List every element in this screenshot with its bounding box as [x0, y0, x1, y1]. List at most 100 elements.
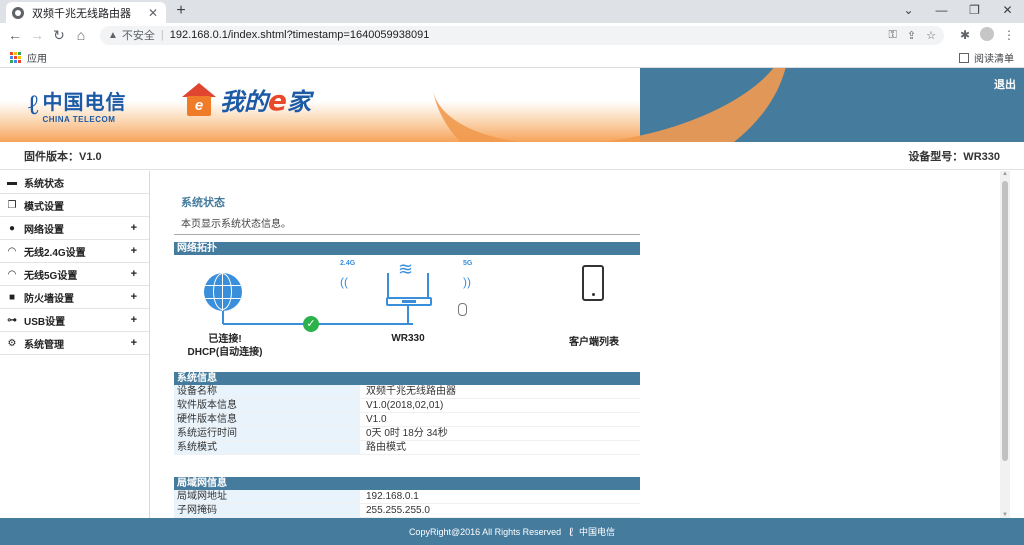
my-ehome-logo: e 我的e家: [182, 82, 311, 117]
house-icon: e: [182, 82, 216, 117]
sidebar-item-wireless-24g[interactable]: ◠ 无线2.4G设置 +: [0, 240, 149, 263]
sidebar-item-label: 无线5G设置: [24, 270, 78, 282]
sidebar-item-system-status[interactable]: ▬ 系统状态: [0, 171, 149, 194]
router-admin-page: ℓ 中国电信 CHINA TELECOM e 我的e家 退出 固件版本：V1.0…: [0, 68, 1024, 545]
share-icon[interactable]: ⇪: [907, 29, 916, 42]
table-row: 系统运行时间 0天 0时 18分 34秒: [174, 427, 640, 441]
sidebar-item-usb[interactable]: ⊶ USB设置 +: [0, 309, 149, 332]
signal-24g-icon: ((: [340, 275, 348, 289]
browser-toolbar: ← → ↻ ⌂ ▲ 不安全 | 192.168.0.1/index.shtml?…: [0, 23, 1024, 47]
key-icon[interactable]: ⚿: [889, 29, 897, 42]
gear-icon: ⚙: [7, 337, 17, 349]
apps-grid-icon[interactable]: [10, 51, 21, 63]
url-text[interactable]: 192.168.0.1/index.shtml?timestamp=164005…: [170, 29, 879, 41]
reading-list-label: 阅读清单: [974, 54, 1014, 65]
page-description: 本页显示系统状态信息。: [181, 219, 291, 230]
mouse-icon: [458, 303, 467, 316]
reading-list-button[interactable]: 阅读清单: [959, 50, 1014, 65]
favicon-icon: [12, 6, 24, 19]
lan-info-header: 局域网信息: [174, 477, 640, 490]
telecom-mark-icon: ℓ: [569, 524, 574, 539]
expand-icon[interactable]: +: [131, 245, 137, 257]
table-row: 局域网地址 192.168.0.1: [174, 490, 640, 504]
security-label[interactable]: 不安全: [122, 27, 155, 43]
browser-tab-strip: 双频千兆无线路由器 ✕ + ⌄ — ❐ ✕: [0, 0, 1024, 23]
wifi-icon: ◠: [8, 245, 16, 257]
firmware-version: 固件版本：V1.0: [24, 150, 102, 163]
header-banner: ℓ 中国电信 CHINA TELECOM e 我的e家 退出: [0, 68, 1024, 142]
profile-avatar[interactable]: [976, 26, 998, 44]
menu-icon[interactable]: ⋮: [998, 28, 1020, 42]
warning-icon[interactable]: ▲: [108, 30, 118, 41]
content-scrollbar[interactable]: ▲ ▼: [1000, 171, 1010, 518]
back-button[interactable]: ←: [4, 27, 26, 43]
restore-button[interactable]: ❐: [958, 0, 991, 23]
apps-bookmark[interactable]: 应用: [27, 50, 47, 65]
expand-icon[interactable]: +: [131, 268, 137, 280]
new-tab-button[interactable]: +: [172, 2, 190, 20]
bookmark-star-icon[interactable]: ☆: [926, 29, 936, 42]
bookmarks-bar: 应用 阅读清单: [0, 47, 1024, 68]
table-row: 系统模式 路由模式: [174, 441, 640, 455]
window-icon: ❐: [7, 199, 17, 211]
copyright-text: CopyRight@2016 All Rights Reserved: [408, 526, 562, 537]
client-device-icon[interactable]: [582, 265, 604, 301]
table-row: 软件版本信息 V1.0(2018,02,01): [174, 399, 640, 413]
system-info-header: 系统信息: [174, 372, 640, 385]
internet-globe-icon: [204, 273, 242, 311]
close-window-button[interactable]: ✕: [991, 0, 1024, 23]
lan-info-table: 局域网地址 192.168.0.1 子网掩码 255.255.255.0: [174, 490, 640, 518]
sidebar-item-firewall[interactable]: ■ 防火墙设置 +: [0, 286, 149, 309]
tab-title: 双频千兆无线路由器: [32, 7, 131, 20]
expand-icon[interactable]: +: [131, 291, 137, 303]
close-tab-icon[interactable]: ✕: [146, 6, 160, 20]
footer: CopyRight@2016 All Rights Reserved ℓ 中国电…: [0, 518, 1024, 545]
sidebar-item-mode-settings[interactable]: ❐ 模式设置: [0, 194, 149, 217]
reading-list-icon: [959, 52, 969, 63]
forward-button[interactable]: →: [26, 27, 48, 43]
device-info-bar: 固件版本：V1.0 设备型号：WR330: [0, 142, 1024, 170]
connected-check-icon: ✓: [303, 316, 319, 332]
omnibox-separator: |: [160, 29, 164, 41]
router-icon[interactable]: [386, 297, 432, 306]
sidebar-item-label: 防火墙设置: [24, 293, 74, 305]
sidebar-item-label: 系统管理: [24, 339, 64, 351]
band-24g-label: 2.4G: [340, 260, 356, 267]
sidebar-item-label: 网络设置: [24, 224, 64, 236]
chat-icon: ▬: [7, 176, 17, 188]
scrollbar-thumb[interactable]: [1002, 181, 1008, 461]
sidebar-item-wireless-5g[interactable]: ◠ 无线5G设置 +: [0, 263, 149, 286]
telecom-mark-icon: ℓ: [28, 88, 39, 121]
brand-en: CHINA TELECOM: [42, 115, 116, 124]
table-row: 子网掩码 255.255.255.0: [174, 504, 640, 518]
expand-icon[interactable]: +: [131, 314, 137, 326]
logout-link[interactable]: 退出: [994, 76, 1016, 92]
device-model: 设备型号：WR330: [908, 150, 1000, 163]
minimize-button[interactable]: —: [925, 0, 958, 23]
client-list-link[interactable]: 客户端列表: [554, 333, 634, 348]
sidebar-item-network-settings[interactable]: ● 网络设置 +: [0, 217, 149, 240]
address-bar[interactable]: ▲ 不安全 | 192.168.0.1/index.shtml?timestam…: [100, 25, 944, 45]
home-brand: 我的e家: [220, 84, 311, 117]
table-row: 硬件版本信息 V1.0: [174, 413, 640, 427]
divider: [174, 234, 640, 235]
scroll-up-icon[interactable]: ▲: [1000, 171, 1010, 177]
page-title: 系统状态: [181, 197, 225, 209]
content-panel: 系统状态 本页显示系统状态信息。 网络拓扑 ✓ 2.4G (( ≋ 5G )): [170, 171, 1010, 518]
tab-search-icon[interactable]: ⌄: [892, 0, 925, 23]
window-controls: ⌄ — ❐ ✕: [892, 0, 1024, 23]
expand-icon[interactable]: +: [131, 337, 137, 349]
expand-icon[interactable]: +: [131, 222, 137, 234]
footer-brand: 中国电信: [579, 527, 616, 537]
browser-tab[interactable]: 双频千兆无线路由器 ✕: [6, 2, 166, 23]
system-info-table: 设备名称 双频千兆无线路由器 软件版本信息 V1.0(2018,02,01) 硬件版…: [174, 385, 640, 455]
signal-5g-icon: )): [463, 275, 471, 289]
brand-cn: 中国电信: [42, 90, 127, 114]
reload-button[interactable]: ↻: [48, 27, 70, 44]
extensions-icon[interactable]: ✱: [954, 28, 976, 42]
toolbar-right: ✱ ⋮: [954, 26, 1020, 44]
globe-icon: ●: [8, 222, 16, 234]
wifi-icon: ◠: [8, 268, 16, 280]
sidebar-item-system-management[interactable]: ⚙ 系统管理 +: [0, 332, 149, 355]
home-button[interactable]: ⌂: [70, 27, 92, 43]
